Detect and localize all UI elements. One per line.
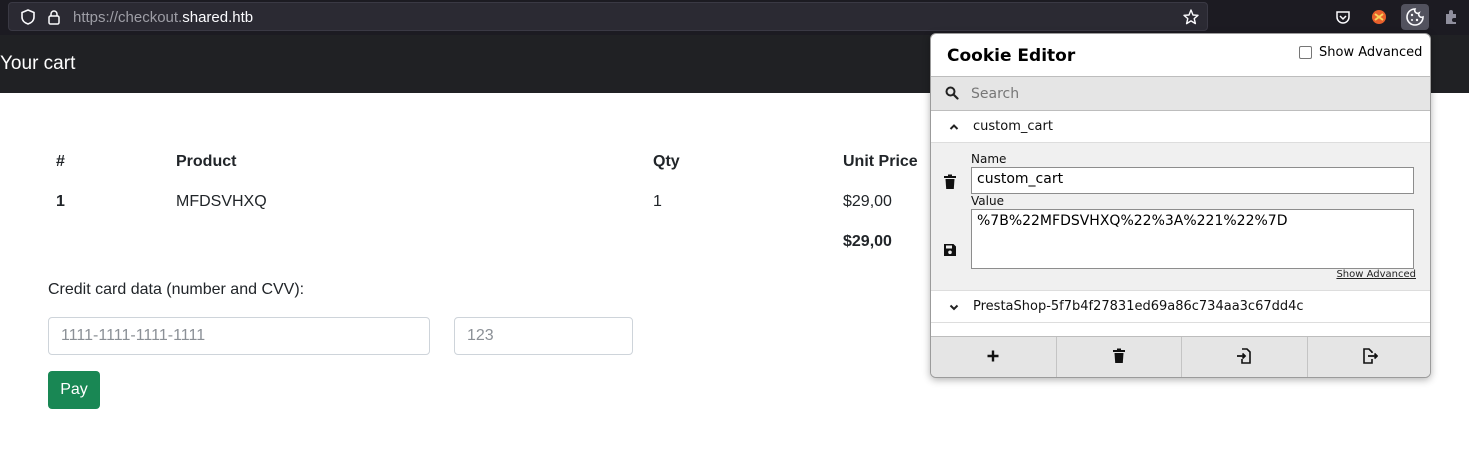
cookie-editor-title: Cookie Editor <box>947 46 1076 66</box>
url-bar[interactable]: https://checkout.shared.htb <box>8 2 1208 31</box>
extension-icon[interactable] <box>1365 4 1393 30</box>
cookie-name-input[interactable]: custom_cart <box>971 167 1414 194</box>
cookie-name: custom_cart <box>973 119 1053 134</box>
import-icon <box>1236 347 1252 369</box>
cookie-name-label: Name <box>971 152 1007 166</box>
lock-icon[interactable] <box>45 8 63 26</box>
row-unit-price: $29,00 <box>843 193 892 210</box>
search-placeholder: Search <box>971 86 1020 102</box>
cookie-value-label: Value <box>971 194 1004 208</box>
pocket-icon[interactable] <box>1329 4 1357 30</box>
credit-card-number-placeholder: 1111-1111-1111-1111 <box>61 327 206 344</box>
row-product: MFDSVHXQ <box>176 193 267 210</box>
chevron-down-icon <box>948 300 960 318</box>
cookie-value-textarea[interactable]: %7B%22MFDSVHXQ%22%3A%221%22%7D <box>971 209 1414 269</box>
puzzle-icon[interactable] <box>1437 4 1465 30</box>
shield-icon[interactable] <box>19 8 37 26</box>
search-icon <box>945 86 959 105</box>
add-icon <box>986 349 1000 368</box>
credit-card-number-input[interactable]: 1111-1111-1111-1111 <box>48 317 430 355</box>
cookie-icon[interactable] <box>1401 4 1429 30</box>
export-button[interactable] <box>1308 337 1431 377</box>
cookie-item-header[interactable]: PrestaShop-5f7b4f27831ed69a86c734aa3c67d… <box>931 291 1430 323</box>
chevron-up-icon <box>948 120 960 138</box>
show-advanced-checkbox[interactable] <box>1299 46 1312 59</box>
delete-all-button[interactable] <box>1057 337 1182 377</box>
save-icon[interactable] <box>943 243 957 262</box>
cookie-editor-popup: Cookie Editor Show Advanced Search custo… <box>930 33 1431 378</box>
star-icon[interactable] <box>1182 8 1200 26</box>
show-advanced-link[interactable]: Show Advanced <box>1336 269 1416 280</box>
page-title: Your cart <box>0 53 76 74</box>
row-qty: 1 <box>653 193 662 210</box>
credit-card-label: Credit card data (number and CVV): <box>48 281 305 298</box>
pay-button[interactable]: Pay <box>48 371 100 409</box>
cvv-placeholder: 123 <box>467 327 494 344</box>
add-cookie-button[interactable] <box>931 337 1057 377</box>
col-header-qty: Qty <box>653 153 680 170</box>
export-icon <box>1362 347 1379 369</box>
delete-all-icon <box>1112 348 1126 369</box>
cvv-input[interactable]: 123 <box>454 317 633 355</box>
cookie-search-bar[interactable]: Search <box>931 76 1430 111</box>
cart-total: $29,00 <box>843 233 892 250</box>
row-number: 1 <box>56 193 65 210</box>
cookie-name: PrestaShop-5f7b4f27831ed69a86c734aa3c67d… <box>973 299 1304 314</box>
show-advanced-toggle[interactable]: Show Advanced <box>1299 45 1422 60</box>
col-header-unit-price: Unit Price <box>843 153 918 170</box>
cookie-editor-footer <box>931 336 1431 377</box>
show-advanced-label: Show Advanced <box>1319 45 1423 60</box>
import-button[interactable] <box>1182 337 1308 377</box>
col-header-number: # <box>56 153 65 170</box>
cookie-detail-panel: Name custom_cart Value %7B%22MFDSVHXQ%22… <box>931 143 1430 291</box>
cookie-item-header[interactable]: custom_cart <box>931 111 1430 143</box>
url-text[interactable]: https://checkout.shared.htb <box>73 9 253 26</box>
col-header-product: Product <box>176 153 237 170</box>
trash-icon[interactable] <box>943 174 957 195</box>
browser-toolbar: https://checkout.shared.htb <box>0 0 1469 35</box>
